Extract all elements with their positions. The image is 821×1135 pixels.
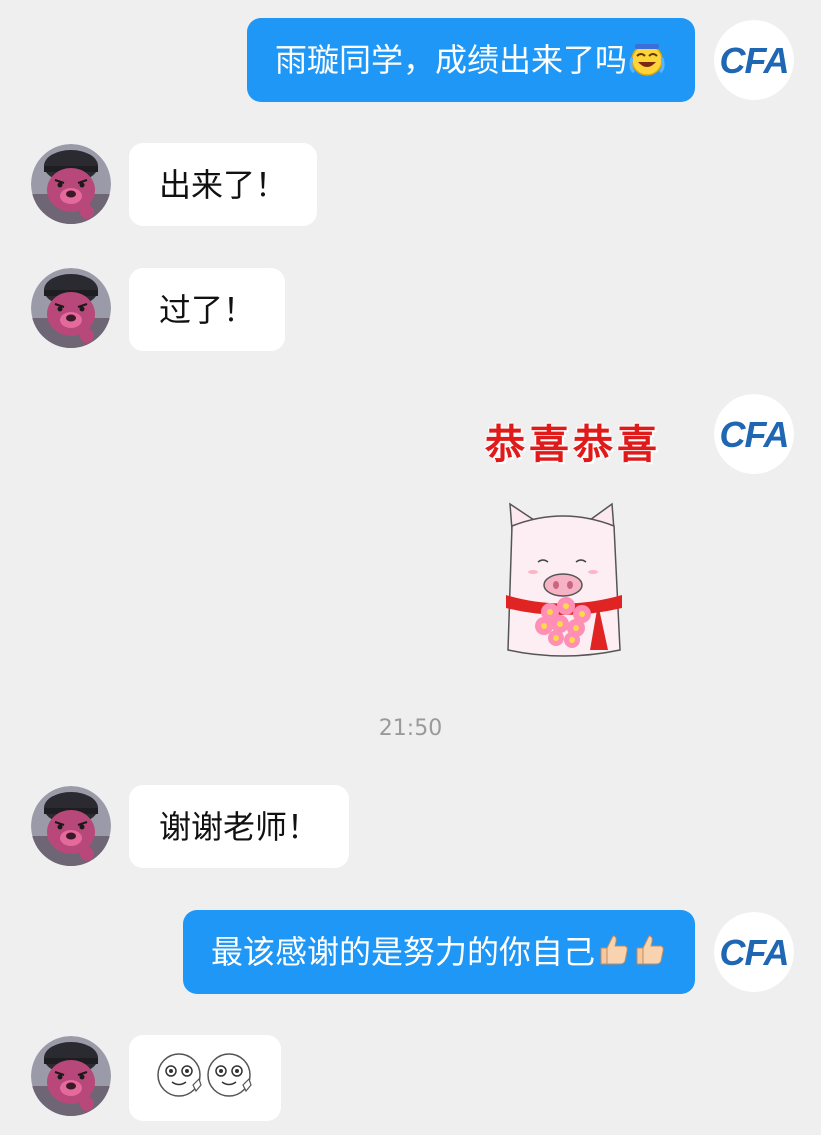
- pig-with-flowers-icon[interactable]: [498, 500, 628, 665]
- laughing-crying-face-icon: [627, 38, 667, 83]
- thumbs-up-icon: [631, 932, 667, 973]
- cfa-logo-text: CFA: [720, 414, 789, 455]
- smiling-face-icon: [155, 1051, 205, 1106]
- message-text: 最该感谢的是努力的你自己: [210, 933, 595, 971]
- message-bubble[interactable]: 过了！: [129, 268, 286, 351]
- message-bubble[interactable]: 雨璇同学，成绩出来了吗: [246, 18, 695, 102]
- message-bubble[interactable]: [129, 1035, 281, 1121]
- message-bubble[interactable]: 出来了！: [129, 143, 318, 226]
- user-avatar[interactable]: [31, 268, 111, 348]
- cfa-avatar[interactable]: CFA: [714, 394, 794, 474]
- message-text: 出来了！: [159, 165, 288, 204]
- message-bubble[interactable]: 谢谢老师！: [129, 785, 350, 868]
- message-bubble[interactable]: 最该感谢的是努力的你自己: [182, 910, 695, 994]
- message-text: 雨璇同学，成绩出来了吗: [274, 41, 627, 79]
- cfa-avatar[interactable]: CFA: [714, 912, 794, 992]
- message-text: 谢谢老师！: [159, 807, 320, 846]
- cfa-avatar[interactable]: CFA: [714, 20, 794, 100]
- smiling-face-icon: [205, 1051, 255, 1106]
- timestamp: 21:50: [378, 716, 443, 741]
- user-avatar[interactable]: [31, 786, 111, 866]
- sticker-caption: 恭喜恭喜: [485, 421, 661, 468]
- thumbs-up-icon: [595, 932, 631, 973]
- cfa-logo-text: CFA: [720, 40, 789, 81]
- message-text: 过了！: [159, 290, 256, 329]
- user-avatar[interactable]: [31, 1036, 111, 1116]
- user-avatar[interactable]: [31, 144, 111, 224]
- cfa-logo-text: CFA: [720, 932, 789, 973]
